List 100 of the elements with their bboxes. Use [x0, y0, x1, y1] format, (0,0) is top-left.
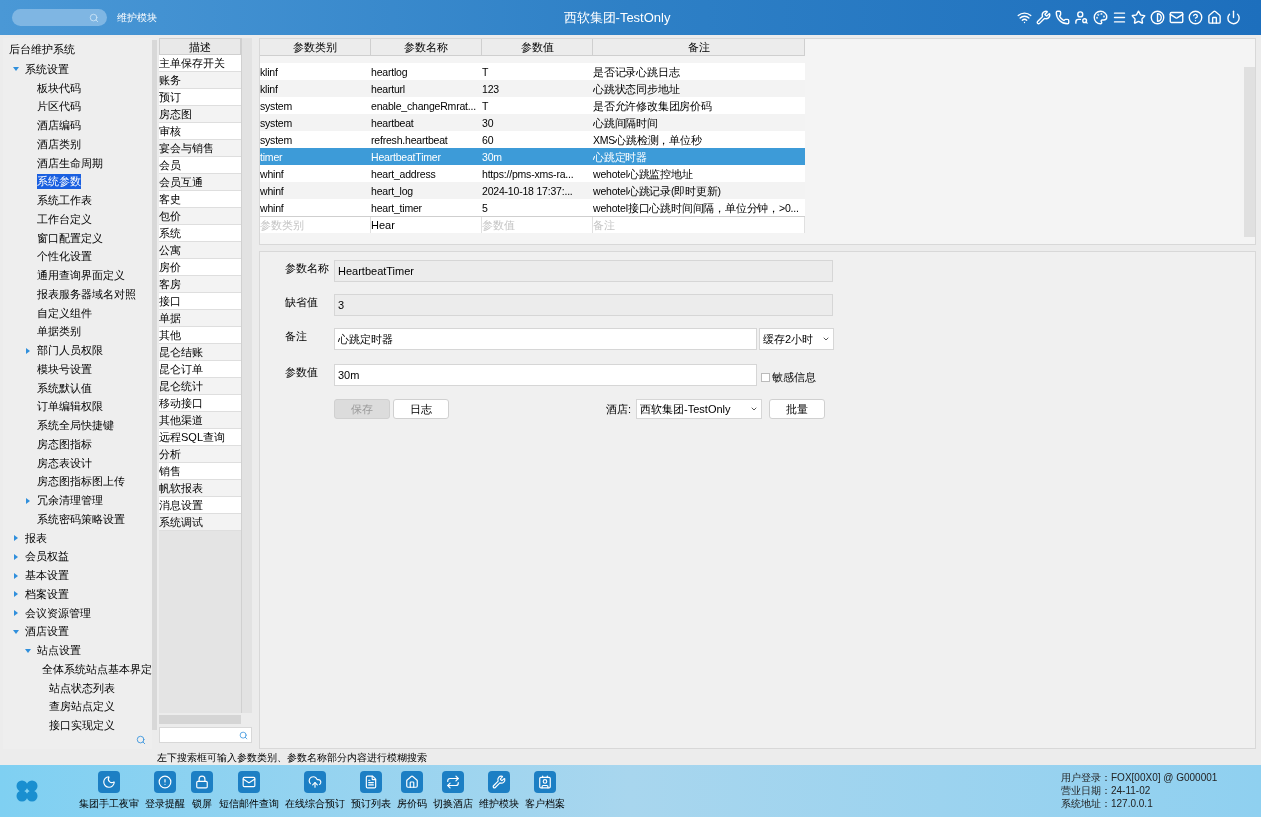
column-header[interactable]: 描述: [159, 38, 241, 55]
tree-item[interactable]: 系统默认值: [37, 380, 92, 396]
filter-field[interactable]: Hear: [371, 217, 482, 233]
category-item[interactable]: 主单保存开关: [159, 55, 241, 72]
star-icon[interactable]: [1131, 10, 1146, 25]
dock-button[interactable]: 在线综合预订: [285, 771, 345, 811]
tree-item[interactable]: 酒店编码: [37, 118, 81, 134]
category-item[interactable]: 房价: [159, 259, 241, 276]
tree-item[interactable]: 报表服务器域名对照: [37, 286, 136, 302]
tree-item[interactable]: 系统工作表: [37, 193, 92, 209]
tree-item[interactable]: 系统全局快捷键: [37, 418, 114, 434]
category-item[interactable]: 账务: [159, 72, 241, 89]
phone-icon[interactable]: [1055, 10, 1070, 25]
tree-item[interactable]: 单据类别: [37, 324, 81, 340]
category-item[interactable]: 审核: [159, 123, 241, 140]
tree-item[interactable]: 酒店设置: [25, 624, 69, 640]
category-item[interactable]: 其他渠道: [159, 412, 241, 429]
category-item[interactable]: 预订: [159, 89, 241, 106]
table-row[interactable]: system refresh.heartbeat 60 XMS心跳检测，单位秒: [260, 131, 805, 148]
tree-item[interactable]: 板块代码: [37, 80, 81, 96]
tree-item[interactable]: 自定义组件: [37, 305, 92, 321]
tree-item[interactable]: 档案设置: [25, 586, 69, 602]
tree-item[interactable]: 基本设置: [25, 568, 69, 584]
tree-item[interactable]: 房态图指标图上传: [37, 474, 125, 490]
text-field[interactable]: HeartbeatTimer: [334, 260, 833, 282]
tree-item[interactable]: 全体系统站点基本界定: [42, 661, 152, 677]
tree-item[interactable]: 酒店生命周期: [37, 155, 103, 171]
collapsed-triangle-icon[interactable]: [25, 347, 31, 354]
dock-button[interactable]: 房价码: [397, 771, 427, 811]
collapsed-triangle-icon[interactable]: [13, 572, 19, 579]
category-item[interactable]: 系统调试: [159, 514, 241, 531]
tree-item[interactable]: 会员权益: [25, 549, 69, 565]
tree-item[interactable]: 会议资源管理: [25, 605, 91, 621]
palette-icon[interactable]: [1093, 10, 1108, 25]
column-header[interactable]: 参数类别: [260, 39, 371, 56]
tree-item[interactable]: 站点状态列表: [49, 680, 115, 696]
category-item[interactable]: 单据: [159, 310, 241, 327]
tree-item[interactable]: 窗口配置定义: [37, 230, 103, 246]
tree-item[interactable]: 部门人员权限: [37, 343, 103, 359]
search-field[interactable]: [12, 9, 107, 26]
tree-item[interactable]: 个性化设置: [37, 249, 92, 265]
text-field[interactable]: 心跳定时器: [334, 328, 757, 350]
category-item[interactable]: 客房: [159, 276, 241, 293]
category-item[interactable]: 包价: [159, 208, 241, 225]
table-row[interactable]: klinf heartlog T 是否记录心跳日志: [260, 63, 805, 80]
tree-item[interactable]: 模块号设置: [37, 361, 92, 377]
collapsed-triangle-icon[interactable]: [13, 591, 19, 598]
tree-item[interactable]: 订单编辑权限: [37, 399, 103, 415]
collapsed-triangle-icon[interactable]: [13, 535, 19, 542]
collapsed-triangle-icon[interactable]: [13, 553, 19, 560]
category-item[interactable]: 消息设置: [159, 497, 241, 514]
contrast-icon[interactable]: [1150, 10, 1165, 25]
tree-item[interactable]: 酒店类别: [37, 136, 81, 152]
tree-item[interactable]: 系统密码策略设置: [37, 511, 125, 527]
category-item[interactable]: 昆仑订单: [159, 361, 241, 378]
tree-item[interactable]: 片区代码: [37, 99, 81, 115]
table-row[interactable]: whinf heart_timer 5 wehotel接口心跳时间间隔，单位分钟，>0...: [260, 199, 805, 216]
mail-icon[interactable]: [1169, 10, 1184, 25]
table-row[interactable]: system enable_changeRmrat... T 是否允许修改集团房价码: [260, 97, 805, 114]
category-item[interactable]: 分析: [159, 446, 241, 463]
power-icon[interactable]: [1226, 10, 1241, 25]
user-search-icon[interactable]: [1074, 10, 1089, 25]
menu-icon[interactable]: [1112, 10, 1127, 25]
category-item[interactable]: 客史: [159, 191, 241, 208]
tools-icon[interactable]: [1036, 10, 1051, 25]
tree-item[interactable]: 系统设置: [25, 61, 69, 77]
dock-button[interactable]: 集团手工夜审: [79, 771, 139, 811]
text-field[interactable]: 3: [334, 294, 833, 316]
tree-item[interactable]: 站点设置: [37, 643, 81, 659]
collapsed-triangle-icon[interactable]: [13, 610, 19, 617]
tree-item[interactable]: 报表: [25, 530, 47, 546]
table-row[interactable]: whinf heart_address https://pms-xms-ra... wehotel心跳监控地址: [260, 165, 805, 182]
tree-item[interactable]: 通用查询界面定义: [37, 268, 125, 284]
tree-item[interactable]: 房态表设计: [37, 455, 92, 471]
scrollbar[interactable]: [1244, 67, 1255, 237]
batch-button[interactable]: 批量: [769, 399, 826, 419]
dock-button[interactable]: 登录提醒: [145, 771, 185, 811]
expanded-triangle-icon[interactable]: [13, 628, 19, 635]
tree-item[interactable]: 接口实现定义: [49, 718, 115, 734]
category-item[interactable]: 远程SQL查询: [159, 429, 241, 446]
expanded-triangle-icon[interactable]: [13, 66, 19, 73]
category-item[interactable]: 会员: [159, 157, 241, 174]
column-header[interactable]: 参数值: [482, 39, 593, 56]
category-item[interactable]: 昆仑结账: [159, 344, 241, 361]
search-icon[interactable]: [136, 735, 146, 745]
scrollbar[interactable]: [241, 38, 252, 713]
expanded-triangle-icon[interactable]: [25, 647, 31, 654]
category-item[interactable]: 其他: [159, 327, 241, 344]
checkbox[interactable]: [761, 372, 770, 382]
dock-button[interactable]: 短信邮件查询: [219, 771, 279, 811]
search-field[interactable]: [159, 727, 252, 743]
category-item[interactable]: 销售: [159, 463, 241, 480]
category-item[interactable]: 昆仑统计: [159, 378, 241, 395]
dock-button[interactable]: 维护模块: [479, 771, 519, 811]
help-icon[interactable]: [1188, 10, 1203, 25]
hotel-dropdown[interactable]: 西软集团-TestOnly: [636, 399, 763, 419]
category-item[interactable]: 接口: [159, 293, 241, 310]
category-item[interactable]: 系统: [159, 225, 241, 242]
wifi-icon[interactable]: [1017, 10, 1032, 25]
column-header[interactable]: 参数名称: [371, 39, 482, 56]
